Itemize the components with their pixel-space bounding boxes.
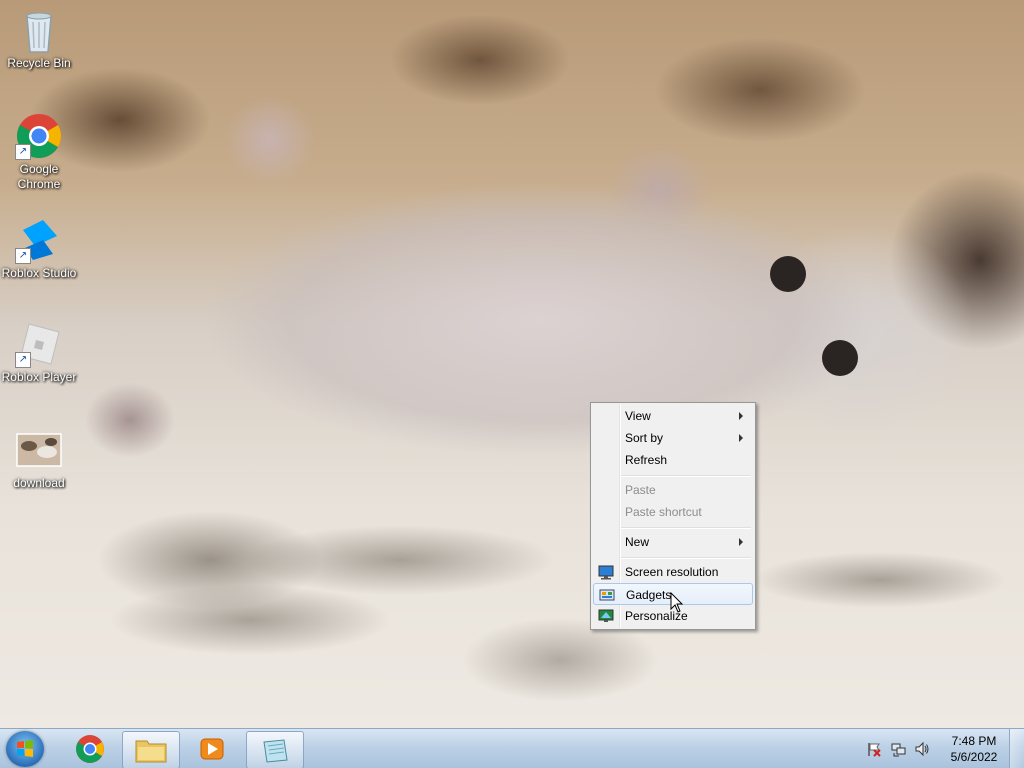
chrome-icon <box>76 735 104 763</box>
submenu-arrow-icon <box>739 412 743 420</box>
shortcut-arrow-icon: ↗ <box>15 248 31 264</box>
menu-separator <box>621 557 751 559</box>
submenu-arrow-icon <box>739 538 743 546</box>
media-player-icon <box>200 738 224 760</box>
menu-item-refresh[interactable]: Refresh <box>593 449 753 471</box>
menu-item-screen-resolution[interactable]: Screen resolution <box>593 561 753 583</box>
personalize-icon <box>598 608 614 624</box>
desktop[interactable]: Recycle Bin ↗ Google Chrome ↗ Roblox Stu… <box>0 0 1024 728</box>
desktop-icon-recycle-bin[interactable]: Recycle Bin <box>1 6 77 71</box>
menu-separator <box>621 475 751 477</box>
menu-item-paste-shortcut[interactable]: Paste shortcut <box>593 501 753 523</box>
menu-item-label: Paste <box>625 483 656 497</box>
system-clock[interactable]: 7:48 PM 5/6/2022 <box>942 733 1006 765</box>
mouse-cursor-icon <box>670 592 684 613</box>
roblox-studio-icon: ↗ <box>15 216 63 264</box>
windows-start-orb-icon[interactable] <box>6 731 44 767</box>
roblox-player-icon: ↗ <box>15 320 63 368</box>
wallpaper-detail <box>770 256 806 292</box>
desktop-icon-label: Roblox Player <box>1 370 77 384</box>
desktop-icon-google-chrome[interactable]: ↗ Google Chrome <box>1 112 77 192</box>
desktop-icon-label: Recycle Bin <box>7 56 71 70</box>
menu-item-sort-by[interactable]: Sort by <box>593 427 753 449</box>
taskbar-button-explorer[interactable] <box>122 731 180 768</box>
chrome-icon: ↗ <box>15 112 63 160</box>
recycle-bin-icon <box>15 6 63 54</box>
menu-item-label: View <box>625 409 651 423</box>
menu-item-label: Paste shortcut <box>625 505 702 519</box>
menu-item-label: Screen resolution <box>625 565 719 579</box>
desktop-icon-download[interactable]: download <box>1 426 77 491</box>
desktop-icon-label: download <box>13 476 65 490</box>
show-desktop-button[interactable] <box>1009 729 1024 768</box>
image-file-icon <box>15 426 63 474</box>
volume-icon[interactable] <box>914 741 930 757</box>
clock-time: 7:48 PM <box>951 734 997 748</box>
wallpaper-detail <box>822 340 858 376</box>
submenu-arrow-icon <box>739 434 743 442</box>
screen-resolution-icon <box>598 564 614 580</box>
taskbar: 7:48 PM 5/6/2022 <box>0 728 1024 768</box>
notepad-icon <box>263 739 288 763</box>
action-center-flag-icon[interactable] <box>866 741 882 757</box>
network-icon[interactable] <box>890 741 906 757</box>
menu-item-label: Sort by <box>625 431 664 445</box>
desktop-icon-roblox-studio[interactable]: ↗ Roblox Studio <box>1 216 77 281</box>
menu-item-label: Refresh <box>625 453 668 467</box>
desktop-icon-roblox-player[interactable]: ↗ Roblox Player <box>1 320 77 385</box>
menu-item-label: Gadgets <box>626 588 672 602</box>
menu-item-view[interactable]: View <box>593 405 753 427</box>
desktop-icon-label: Roblox Studio <box>1 266 77 280</box>
desktop-icon-label: Chrome <box>17 177 61 191</box>
clock-date: 5/6/2022 <box>950 750 998 764</box>
folder-icon <box>135 740 167 763</box>
menu-item-label: New <box>625 535 650 549</box>
taskbar-button-chrome[interactable] <box>62 731 118 767</box>
desktop-icon-label: Google <box>19 162 59 176</box>
menu-separator <box>621 527 751 529</box>
taskbar-button-media-player[interactable] <box>184 731 240 767</box>
shortcut-arrow-icon: ↗ <box>15 144 31 160</box>
taskbar-button-notepad[interactable] <box>246 731 304 768</box>
menu-item-new[interactable]: New <box>593 531 753 553</box>
shortcut-arrow-icon: ↗ <box>15 352 31 368</box>
menu-item-paste[interactable]: Paste <box>593 479 753 501</box>
gadgets-icon <box>599 587 615 603</box>
